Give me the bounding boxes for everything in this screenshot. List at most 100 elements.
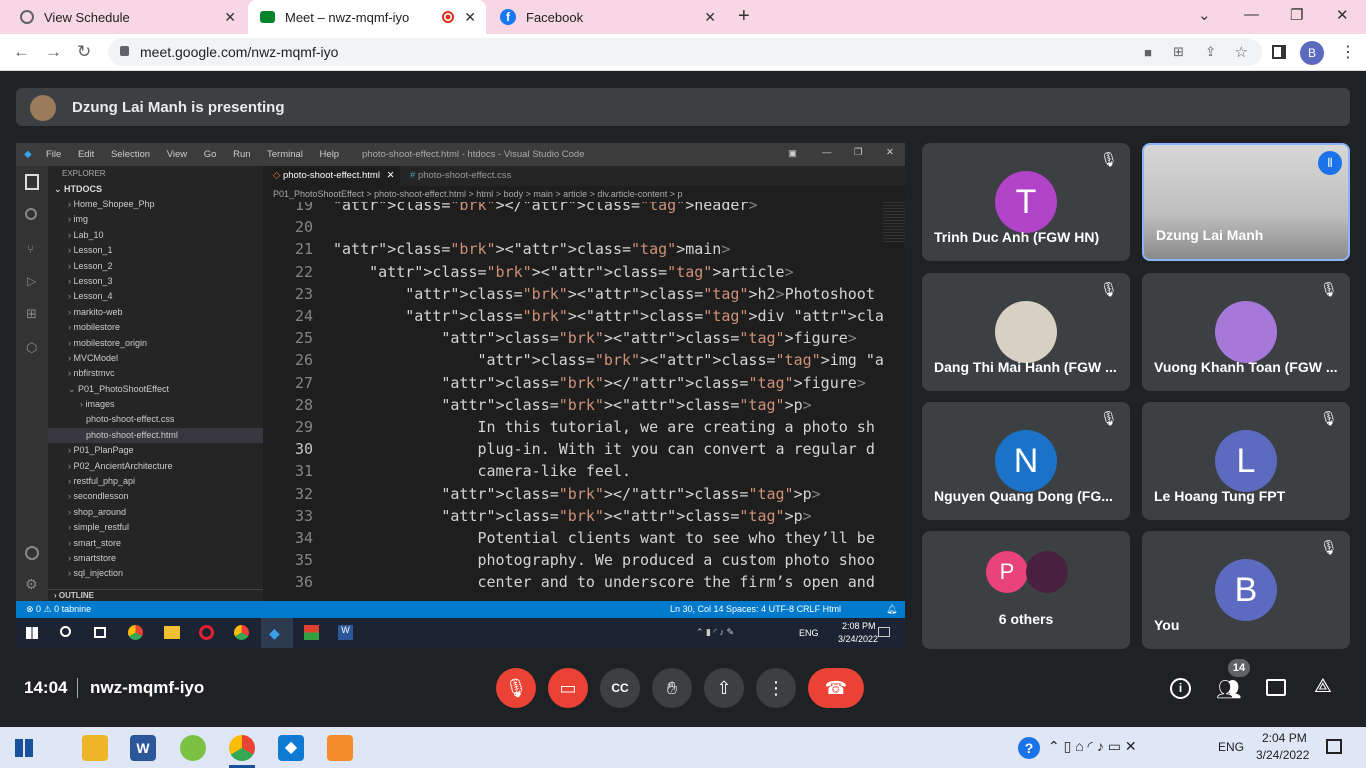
bell-icon[interactable]: 🔔︎ [886,601,897,618]
tree-item[interactable]: photo-shoot-effect.html [48,427,263,444]
clock-time[interactable]: 2:04 PM [1262,731,1307,745]
code-line[interactable]: 19 "attr">class="brk"></"attr">class="tag… [263,202,883,216]
tree-item[interactable]: › MVCModel [48,351,263,366]
raise-hand-button[interactable]: ✋︎ [652,668,692,708]
tab-view-schedule[interactable]: View Schedule ✕ [8,0,246,34]
windows-start-icon[interactable] [26,627,38,639]
translate-icon[interactable]: ⊞ [1173,44,1184,60]
code-line[interactable]: 20 [263,216,883,238]
tree-item[interactable]: › Lesson_4 [48,289,263,304]
tree-item[interactable]: photo-shoot-effect.css [48,412,263,427]
source-control-icon[interactable]: ⑂ [27,242,34,256]
code-line[interactable]: 30 plug-in. With it you can convert a re… [263,438,883,460]
chevron-down-icon[interactable]: ⌄ [1198,6,1211,24]
code-line[interactable]: 34 Potential clients want to see who the… [263,527,883,549]
code-line[interactable]: 27 "attr">class="brk"></"attr">class="ta… [263,372,883,394]
clock-date[interactable]: 3/24/2022 [1256,748,1309,762]
tree-item[interactable]: › mobilestore [48,320,263,335]
code-line[interactable]: 21 "attr">class="brk"><"attr">class="tag"… [263,238,883,260]
word-icon[interactable]: W [130,735,156,761]
menu-go[interactable]: Go [204,149,217,160]
menu-file[interactable]: File [46,149,61,160]
people-icon[interactable]: 👥︎ [1216,677,1241,702]
file-explorer-icon[interactable] [82,735,108,761]
close-icon[interactable]: ✕ [464,9,476,26]
code-line[interactable]: 35 photography. We produced a custom pho… [263,549,883,571]
forward-button[interactable]: → [45,42,62,62]
camera-off-button[interactable]: ▭ [548,668,588,708]
menu-help[interactable]: Help [320,149,340,160]
new-tab-button[interactable]: + [738,5,750,28]
tree-item[interactable]: › sql_injection [48,566,263,581]
close-window-button[interactable]: ✕ [1336,6,1349,24]
maximize-icon[interactable]: ❐ [854,147,863,158]
settings-gear-icon[interactable]: ⚙ [25,576,38,593]
profile-avatar[interactable]: B [1300,41,1324,65]
menu-run[interactable]: Run [233,149,250,160]
tree-item[interactable]: › img [48,212,263,227]
code-line[interactable]: 33 "attr">class="brk"><"attr">class="tag… [263,505,883,527]
code-line[interactable]: 36 center and to underscore the firm’s o… [263,571,883,593]
account-icon[interactable] [25,546,39,560]
app-icon[interactable] [180,735,206,761]
tab-meet[interactable]: Meet – nwz-mqmf-iyo ✕ [248,0,486,34]
code-line[interactable]: 22 "attr">class="brk"><"attr">class="tag… [263,261,883,283]
others-tile[interactable]: P 6 others [922,531,1130,649]
menu-edit[interactable]: Edit [78,149,94,160]
code-line[interactable]: 31 camera-like feel. [263,460,883,482]
participant-tile[interactable]: 🎙︎ N Nguyen Quang Dong (FG... [922,402,1130,520]
star-icon[interactable]: ☆ [1235,43,1248,61]
captions-button[interactable]: CC [600,668,640,708]
status-problems[interactable]: ⊗ 0 ⚠ 0 tabnine [26,601,91,618]
extensions-icon[interactable]: ⊞ [26,306,37,322]
share-icon[interactable]: ⇪ [1205,44,1216,60]
code-area[interactable]: 19 "attr">class="brk"></"attr">class="tag… [263,202,883,601]
tree-item[interactable]: › shop_around [48,505,263,520]
explorer-root[interactable]: ⌄ HTDOCS [48,182,263,197]
outline-section[interactable]: › OUTLINE [48,589,263,601]
language-indicator[interactable]: ENG [1218,740,1244,754]
search-icon[interactable] [25,208,37,220]
code-line[interactable]: 24 "attr">class="brk"><"attr">class="tag… [263,305,883,327]
info-icon[interactable]: i [1170,678,1191,699]
participant-tile-active-speaker[interactable]: ⦀ Dzung Lai Manh [1142,143,1350,261]
files-icon[interactable] [25,174,39,190]
layout-icon[interactable]: ▣ [788,148,797,159]
address-bar[interactable]: meet.google.com/nwz-mqmf-iyo ■ ⊞ ⇪ ☆ [108,38,1262,66]
close-icon[interactable]: ✕ [886,147,894,158]
chrome-icon[interactable] [128,625,143,640]
tab-html[interactable]: ◇ photo-shoot-effect.html ✕ [263,166,400,186]
tree-item[interactable]: › markito-web [48,305,263,320]
activities-icon[interactable]: ⟁ [1314,675,1332,698]
notification-icon[interactable] [878,627,890,637]
language-indicator[interactable]: ENG [799,628,819,638]
menu-selection[interactable]: Selection [111,149,150,160]
participant-tile[interactable]: 🎙︎ T Trinh Duc Anh (FGW HN) [922,143,1130,261]
remote-icon[interactable]: ⬡ [26,340,37,356]
menu-view[interactable]: View [167,149,187,160]
code-line[interactable]: 32 "attr">class="brk"></"attr">class="ta… [263,483,883,505]
participant-tile[interactable]: 🎙︎ Vuong Khanh Toan (FGW ... [1142,273,1350,391]
tree-item[interactable]: › Lab_10 [48,228,263,243]
opera-icon[interactable] [199,625,214,640]
close-icon[interactable]: ✕ [704,9,716,26]
code-line[interactable]: 25 "attr">class="brk"><"attr">class="tag… [263,327,883,349]
minimize-button[interactable]: — [1244,6,1259,23]
side-panel-icon[interactable] [1272,45,1286,59]
tree-item[interactable]: › secondlesson [48,489,263,504]
chrome-icon[interactable] [229,735,255,761]
leave-call-button[interactable]: ☎︎ [808,668,864,708]
tab-facebook[interactable]: f Facebook ✕ [488,0,726,34]
pdf-app-icon[interactable] [327,735,353,761]
app-icon[interactable] [304,625,319,640]
tree-item[interactable]: › P02_AncientArchitecture [48,459,263,474]
tree-item[interactable]: › images [48,397,263,412]
chat-icon[interactable] [1266,679,1286,696]
tree-item[interactable]: › Lesson_1 [48,243,263,258]
tree-item[interactable]: › Home_Shopee_Php [48,197,263,212]
tree-item[interactable]: › mobilestore_origin [48,336,263,351]
more-vert-icon[interactable]: ⋮ [1340,42,1356,62]
minimize-icon[interactable]: — [822,147,832,158]
word-icon[interactable]: W [338,625,353,640]
maximize-button[interactable]: ❐ [1290,6,1303,24]
